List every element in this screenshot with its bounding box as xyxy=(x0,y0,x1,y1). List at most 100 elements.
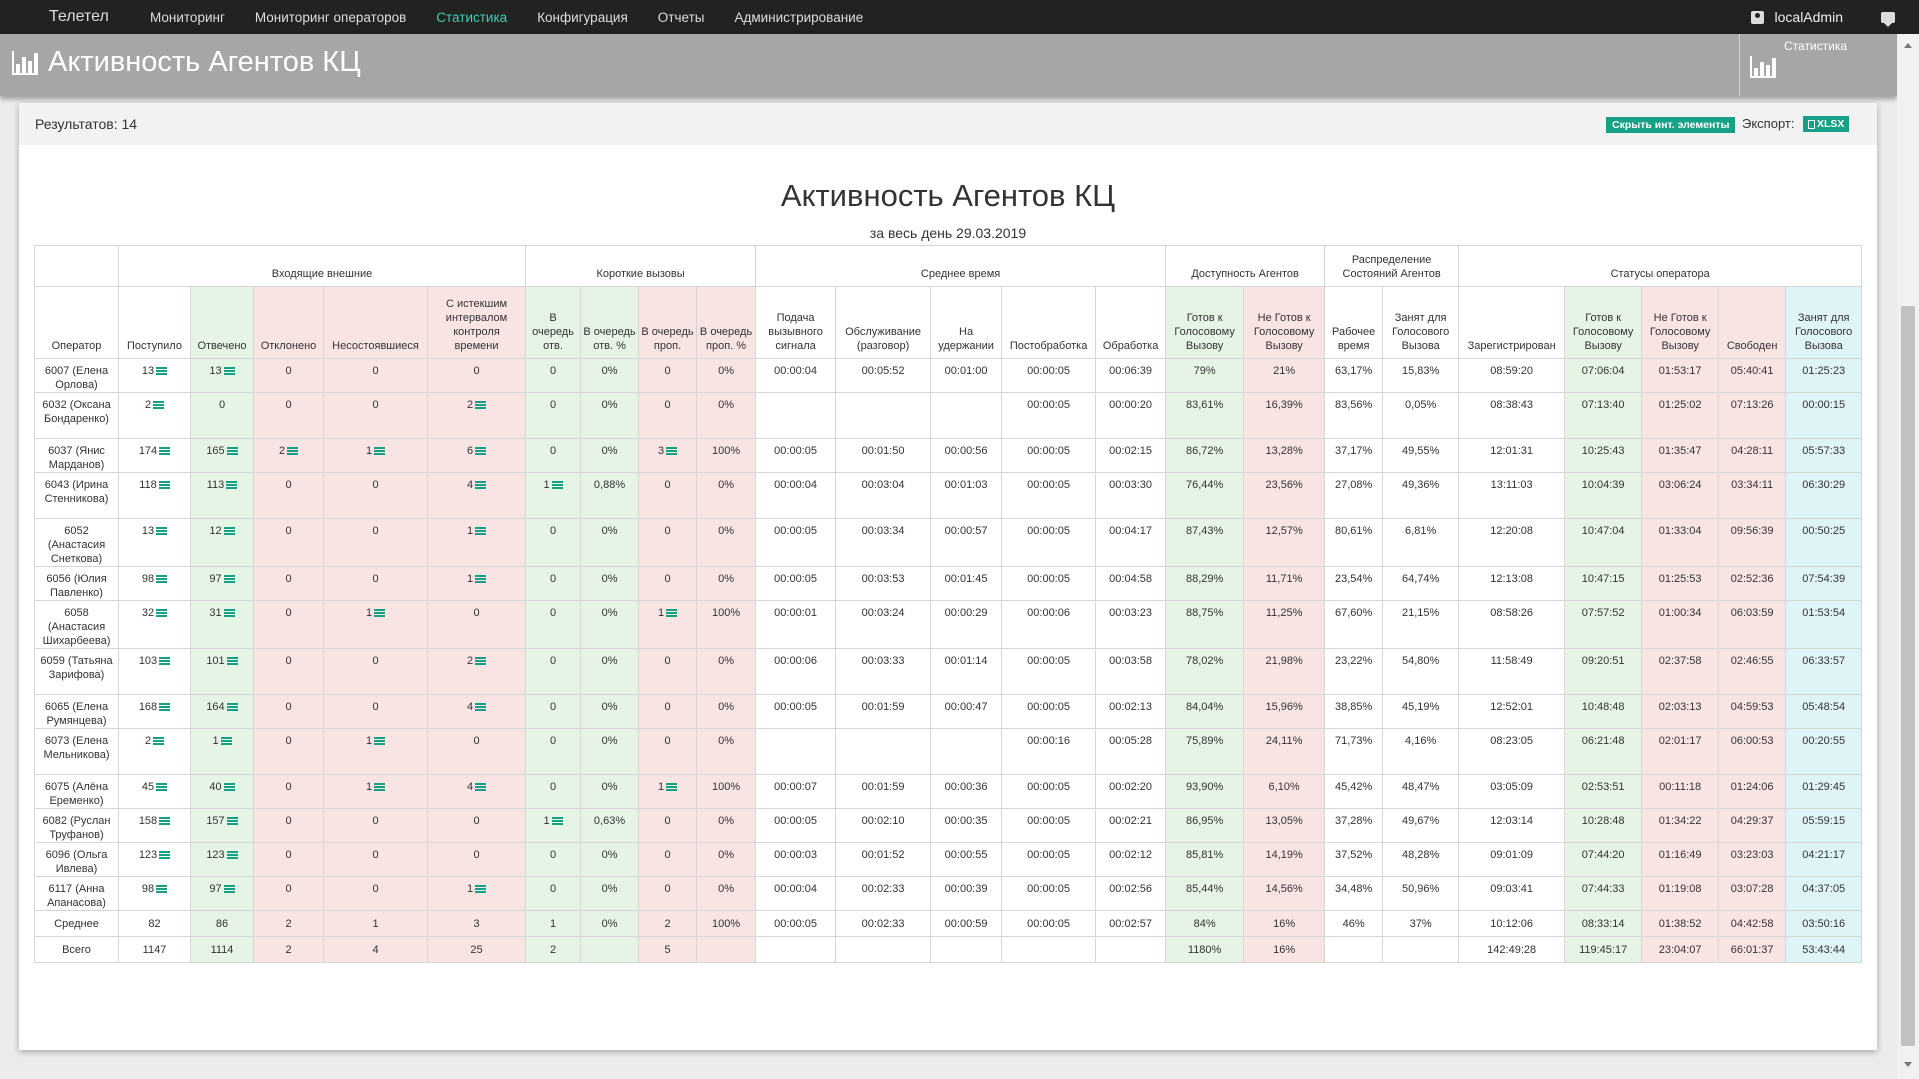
details-list-icon[interactable] xyxy=(153,737,165,745)
summary-cell: 08:33:14 xyxy=(1564,910,1643,937)
details-list-icon[interactable] xyxy=(666,783,678,791)
details-list-icon[interactable] xyxy=(287,447,299,455)
column-header[interactable]: Несостоявшиеся xyxy=(323,286,428,359)
column-header[interactable]: В очередь проп. xyxy=(638,286,698,359)
column-header[interactable]: Зарегистрирован xyxy=(1458,286,1566,359)
export-xlsx-button[interactable]: XLSX xyxy=(1803,116,1850,132)
table-cell-value: 00:00:01 xyxy=(774,607,817,619)
details-list-icon[interactable] xyxy=(226,703,238,711)
details-list-icon[interactable] xyxy=(159,657,171,665)
details-list-icon[interactable] xyxy=(156,885,168,893)
details-list-icon[interactable] xyxy=(475,401,487,409)
column-header[interactable]: Не Готов к Голосовому Вызову xyxy=(1243,286,1326,359)
details-list-icon[interactable] xyxy=(159,817,171,825)
chat-icon[interactable] xyxy=(1881,11,1895,27)
statistics-tile[interactable]: Статистика xyxy=(1739,34,1897,96)
column-header[interactable]: В очередь отв. % xyxy=(580,286,640,359)
column-header[interactable]: Готов к Голосовому Вызову xyxy=(1165,286,1245,359)
column-header[interactable]: Поступило xyxy=(118,286,191,359)
details-list-icon[interactable] xyxy=(666,447,678,455)
table-cell: 0 xyxy=(638,876,698,911)
scrollbar-thumb[interactable] xyxy=(1901,306,1915,1046)
column-header[interactable]: Оператор xyxy=(34,286,119,359)
user-name-link[interactable]: localAdmin xyxy=(1775,9,1843,25)
table-cell-value: 6043 (Ирина Стенникова) xyxy=(44,479,109,505)
column-header[interactable]: Отклонено xyxy=(253,286,324,359)
details-list-icon[interactable] xyxy=(226,447,238,455)
table-cell-value: 12:03:14 xyxy=(1490,815,1534,827)
brand-logo[interactable]: Телетел xyxy=(49,8,150,26)
column-header[interactable]: Обслуживание (разговор) xyxy=(835,286,932,359)
details-list-icon[interactable] xyxy=(223,575,235,583)
details-list-icon[interactable] xyxy=(226,817,238,825)
column-header[interactable]: В очередь проп. % xyxy=(696,286,757,359)
table-cell-value: 06:30:29 xyxy=(1802,479,1846,491)
column-header[interactable]: Подача вызывного сигнала xyxy=(755,286,837,359)
column-header[interactable]: Отвечено xyxy=(190,286,254,359)
column-header[interactable]: Постобработка xyxy=(1001,286,1097,359)
details-list-icon[interactable] xyxy=(475,703,487,711)
details-list-icon[interactable] xyxy=(156,783,168,791)
details-list-icon[interactable] xyxy=(153,401,165,409)
details-list-icon[interactable] xyxy=(374,737,386,745)
table-row: 6073 (Елена Мельникова) 2 1 0 1 0 0 0% 0 0% 00:00:… xyxy=(34,728,1863,775)
hide-interactive-elements-button[interactable]: Скрыть инт. элементы xyxy=(1606,117,1736,133)
details-list-icon[interactable] xyxy=(159,447,171,455)
table-cell-value: 0 xyxy=(285,701,292,713)
details-list-icon[interactable] xyxy=(551,817,563,825)
details-list-icon[interactable] xyxy=(666,609,678,617)
table-cell-value: 50,96% xyxy=(1401,883,1440,895)
column-header[interactable]: В очередь отв. xyxy=(525,286,582,359)
details-list-icon[interactable] xyxy=(551,481,563,489)
details-list-icon[interactable] xyxy=(475,783,487,791)
user-icon[interactable] xyxy=(1750,10,1764,24)
details-list-icon[interactable] xyxy=(159,851,171,859)
column-header[interactable]: Рабочее время xyxy=(1324,286,1384,359)
details-list-icon[interactable] xyxy=(156,367,168,375)
details-list-icon[interactable] xyxy=(374,783,386,791)
table-cell: 100% xyxy=(696,600,757,649)
details-list-icon[interactable] xyxy=(223,527,235,535)
nav-item-monitoring[interactable]: Мониторинг xyxy=(150,10,225,25)
details-list-icon[interactable] xyxy=(156,575,168,583)
details-list-icon[interactable] xyxy=(475,481,487,489)
details-list-icon[interactable] xyxy=(223,885,235,893)
page-scrollbar[interactable] xyxy=(1897,34,1919,1079)
column-header[interactable]: Готов к Голосовому Вызову xyxy=(1564,286,1643,359)
table-cell-value: 01:19:08 xyxy=(1658,883,1702,895)
nav-item-statistics[interactable]: Статистика xyxy=(436,10,507,25)
details-list-icon[interactable] xyxy=(159,703,171,711)
nav-item-administration[interactable]: Администрирование xyxy=(734,10,863,25)
column-header[interactable]: Занят для Голосового Вызова xyxy=(1785,286,1863,359)
details-list-icon[interactable] xyxy=(226,657,238,665)
nav-item-reports[interactable]: Отчеты xyxy=(658,10,705,25)
details-list-icon[interactable] xyxy=(374,447,386,455)
details-list-icon[interactable] xyxy=(220,737,232,745)
details-list-icon[interactable] xyxy=(226,851,238,859)
details-list-icon[interactable] xyxy=(475,657,487,665)
details-list-icon[interactable] xyxy=(374,609,386,617)
scroll-down-arrow-icon[interactable] xyxy=(1904,1062,1912,1067)
column-header[interactable]: Обработка xyxy=(1095,286,1167,359)
details-list-icon[interactable] xyxy=(158,481,170,489)
column-header[interactable]: Не Готов к Голосовому Вызову xyxy=(1641,286,1720,359)
nav-item-configuration[interactable]: Конфигурация xyxy=(537,10,628,25)
details-list-icon[interactable] xyxy=(223,609,235,617)
table-cell-value: 00:00:04 xyxy=(774,365,817,377)
details-list-icon[interactable] xyxy=(475,447,487,455)
column-header[interactable]: Занят для Голосового Вызова xyxy=(1382,286,1460,359)
details-list-icon[interactable] xyxy=(475,885,487,893)
details-list-icon[interactable] xyxy=(223,783,235,791)
scroll-up-arrow-icon[interactable] xyxy=(1904,43,1912,48)
column-header[interactable]: Свободен xyxy=(1718,286,1787,359)
details-list-icon[interactable] xyxy=(226,481,238,489)
details-list-icon[interactable] xyxy=(223,367,235,375)
details-list-icon[interactable] xyxy=(475,527,487,535)
operator-cell: 6096 (Ольга Ивлева) xyxy=(34,842,119,877)
column-header[interactable]: С истекшим интервалом контроля времени xyxy=(426,286,527,359)
nav-item-operator-monitoring[interactable]: Мониторинг операторов xyxy=(255,10,406,25)
column-header[interactable]: На удержании xyxy=(930,286,1003,359)
details-list-icon[interactable] xyxy=(156,609,168,617)
details-list-icon[interactable] xyxy=(156,527,168,535)
details-list-icon[interactable] xyxy=(475,575,487,583)
